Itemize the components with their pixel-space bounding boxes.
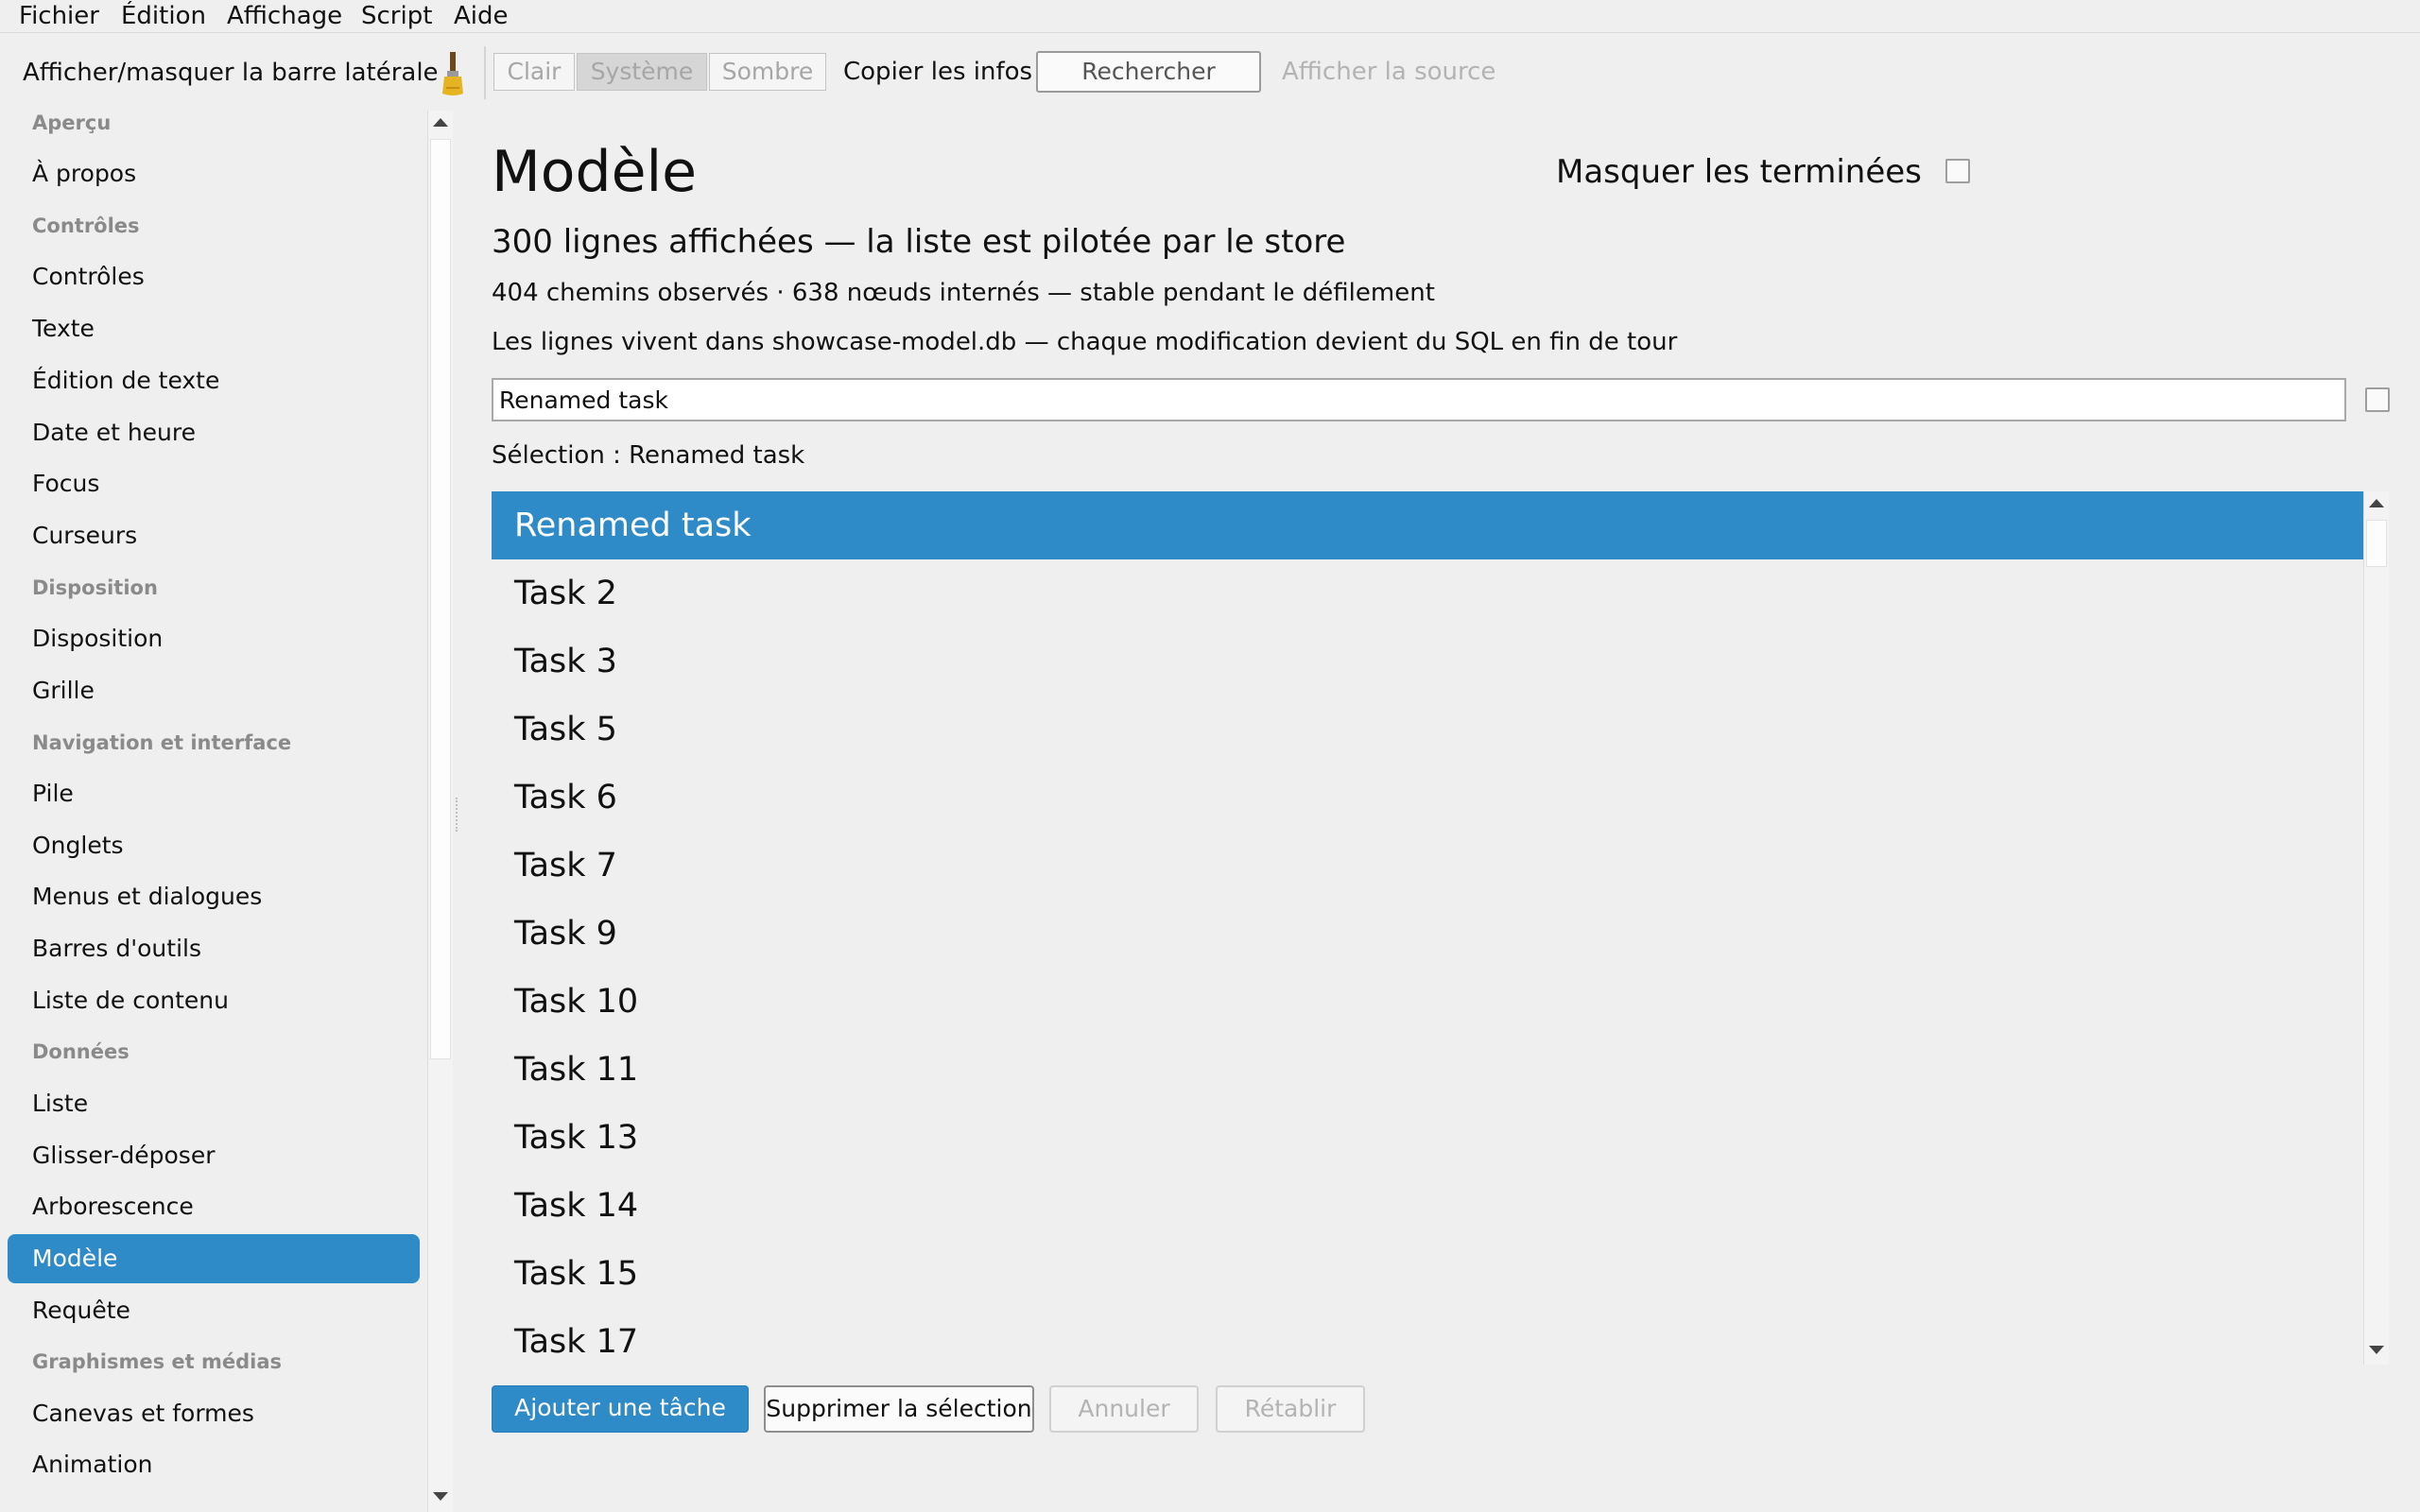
sidebar-scroll-thumb[interactable] (430, 139, 451, 1059)
sidebar-item[interactable]: Édition de texte (8, 356, 420, 405)
info-text: Les lignes vivent dans showcase-model.db… (492, 328, 1678, 356)
sidebar-item[interactable]: Grille (8, 666, 420, 715)
list-scroll-thumb[interactable] (2366, 520, 2387, 567)
sidebar-item[interactable]: Barres d'outils (8, 924, 420, 973)
sidebar-item[interactable]: Texte (8, 304, 420, 353)
selection-label: Sélection : Renamed task (492, 441, 805, 470)
hide-done-checkbox[interactable] (1945, 159, 1970, 183)
task-row[interactable]: Task 5 (492, 696, 2363, 764)
undo-button[interactable]: Annuler (1049, 1385, 1199, 1433)
list-subtitle: 300 lignes affichées — la liste est pilo… (492, 223, 1346, 261)
scroll-up-arrow-icon[interactable] (2369, 499, 2384, 507)
task-row[interactable]: Task 3 (492, 627, 2363, 696)
scroll-down-arrow-icon[interactable] (2369, 1346, 2384, 1354)
sidebar-section-header: Aperçu (32, 112, 112, 134)
sidebar-item[interactable]: Date et heure (8, 408, 420, 457)
task-row[interactable]: Task 14 (492, 1172, 2363, 1240)
sidebar-item[interactable]: Animation (8, 1440, 420, 1489)
task-row[interactable]: Task 17 (492, 1308, 2363, 1365)
pane-splitter-handle[interactable] (456, 798, 460, 832)
sidebar-item[interactable]: Menus et dialogues (8, 872, 420, 921)
task-list: Renamed task Task 2 Task 3 Task 5 Task 6 Task… (492, 491, 2363, 1365)
sidebar-toggle-button[interactable]: Afficher/masquer la barre latérale (23, 58, 439, 88)
sidebar-item[interactable]: Onglets (8, 821, 420, 870)
task-row[interactable]: Task 10 (492, 968, 2363, 1036)
sidebar-section-header: Graphismes et médias (32, 1350, 282, 1373)
copy-info-button[interactable]: Copier les infos (843, 53, 1032, 91)
task-name-input[interactable] (492, 378, 2346, 421)
show-source-button[interactable]: Afficher la source (1282, 53, 1495, 91)
redo-button[interactable]: Rétablir (1216, 1385, 1365, 1433)
sidebar-item[interactable]: Glisser-déposer (8, 1131, 420, 1180)
sidebar-section-header: Données (32, 1040, 130, 1063)
sidebar-scrollbar[interactable] (427, 111, 453, 1512)
add-task-button[interactable]: Ajouter une tâche (492, 1385, 749, 1433)
sidebar-item[interactable]: Requête (8, 1286, 420, 1335)
task-row[interactable]: Task 13 (492, 1104, 2363, 1172)
sidebar-item[interactable]: Contrôles (8, 252, 420, 301)
sidebar-item[interactable]: Liste de contenu (8, 976, 420, 1025)
list-scrollbar[interactable] (2363, 491, 2389, 1365)
sidebar-item[interactable]: Liste (8, 1079, 420, 1128)
sidebar-section-header: Disposition (32, 576, 158, 599)
hide-done-label: Masquer les terminées (1556, 153, 1922, 191)
task-done-checkbox[interactable] (2365, 387, 2390, 412)
paintbrush-icon[interactable] (437, 50, 469, 97)
stats-text: 404 chemins observés · 638 nœuds interné… (492, 279, 1435, 307)
sidebar-item[interactable]: À propos (8, 149, 420, 198)
sidebar-item[interactable]: Disposition (8, 614, 420, 663)
sidebar-item[interactable]: Canevas et formes (8, 1389, 420, 1438)
sidebar: Aperçu À propos Contrôles Contrôles Texte Édi… (0, 111, 427, 1512)
scroll-up-arrow-icon[interactable] (433, 118, 448, 127)
menu-bar: Fichier Édition Affichage Script Aide (0, 0, 2420, 33)
sidebar-item[interactable]: Pile (8, 769, 420, 818)
task-row[interactable]: Renamed task (492, 491, 2363, 559)
menu-fichier[interactable]: Fichier (19, 0, 99, 32)
sidebar-item[interactable]: Modèle (8, 1234, 420, 1283)
theme-dark-option[interactable]: Sombre (709, 53, 826, 91)
toolbar-separator (484, 46, 486, 99)
theme-system-option[interactable]: Système (577, 53, 707, 91)
sidebar-section-header: Contrôles (32, 215, 140, 237)
menu-affichage[interactable]: Affichage (227, 0, 342, 32)
scroll-down-arrow-icon[interactable] (433, 1492, 448, 1501)
menu-aide[interactable]: Aide (454, 0, 509, 32)
sidebar-section-header: Navigation et interface (32, 731, 292, 754)
menu-edition[interactable]: Édition (121, 0, 206, 32)
task-row[interactable]: Task 7 (492, 832, 2363, 900)
sidebar-item[interactable]: Arborescence (8, 1182, 420, 1231)
toolbar: Afficher/masquer la barre latérale Clair… (0, 33, 2420, 111)
search-input[interactable]: Rechercher (1036, 51, 1261, 93)
task-row[interactable]: Task 2 (492, 559, 2363, 627)
delete-selection-button[interactable]: Supprimer la sélection (764, 1385, 1034, 1433)
sidebar-item[interactable]: Curseurs (8, 511, 420, 560)
task-row[interactable]: Task 9 (492, 900, 2363, 968)
task-row[interactable]: Task 15 (492, 1240, 2363, 1308)
task-row[interactable]: Task 11 (492, 1036, 2363, 1104)
task-row[interactable]: Task 6 (492, 764, 2363, 832)
sidebar-item[interactable]: Focus (8, 459, 420, 508)
page-title: Modèle (492, 139, 698, 205)
menu-script[interactable]: Script (361, 0, 432, 32)
theme-light-option[interactable]: Clair (493, 53, 575, 91)
